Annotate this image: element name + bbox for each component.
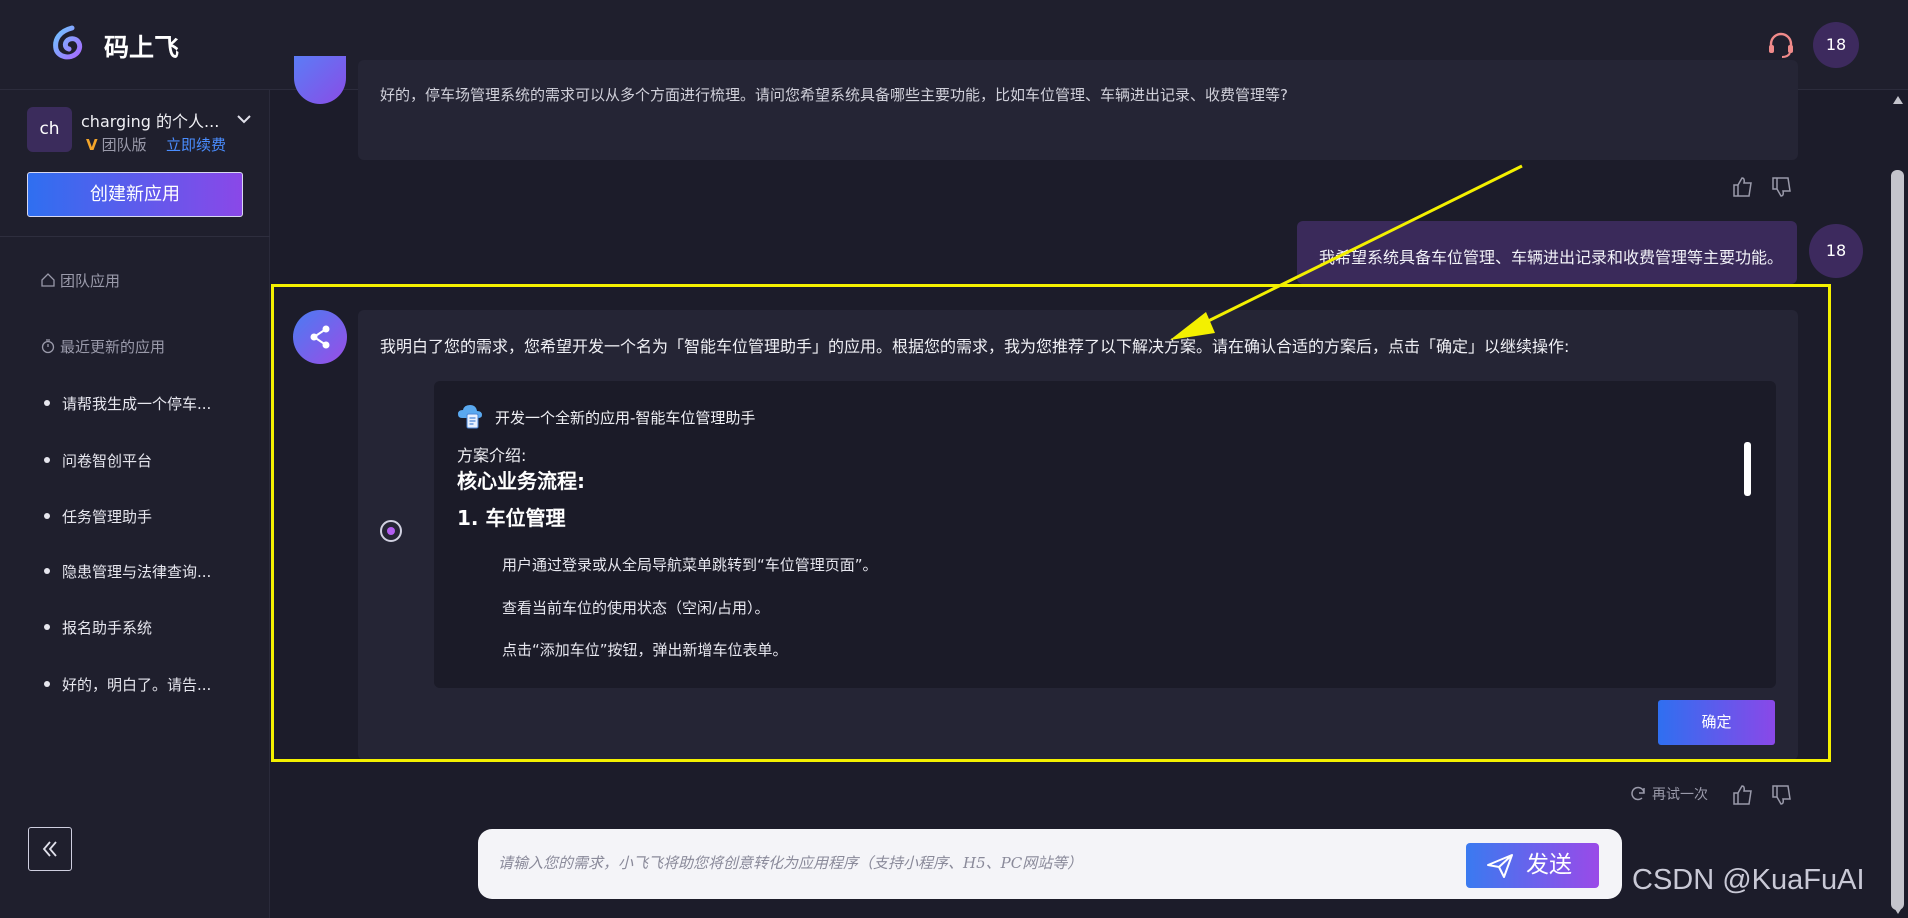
- scroll-down-arrow-icon[interactable]: [1893, 906, 1903, 914]
- team-apps-label: 团队应用: [60, 272, 121, 290]
- bot-message-bubble: [358, 60, 1798, 160]
- sidebar-recent-label: 好的，明白了。请告...: [62, 676, 212, 694]
- recent-apps-section: 最近更新的应用: [40, 336, 165, 357]
- sidebar-recent-item[interactable]: 任务管理助手: [44, 506, 152, 527]
- headset-icon[interactable]: [1766, 30, 1796, 60]
- edition-label: 团队版: [101, 136, 147, 154]
- bullet: [44, 568, 50, 574]
- edition-badge-icon: V: [86, 136, 98, 154]
- send-label: 发送: [1526, 852, 1572, 878]
- send-icon: [1487, 854, 1513, 878]
- retry-label: 再试一次: [1652, 787, 1708, 803]
- thumbs-up-icon[interactable]: [1731, 175, 1755, 199]
- thumbs-up-icon[interactable]: [1731, 783, 1755, 807]
- bot-avatar: [294, 56, 346, 104]
- bot-message-text: 好的，停车场管理系统的需求可以从多个方面进行梳理。请问您希望系统具备哪些主要功能…: [380, 86, 1288, 104]
- sidebar-recent-label: 请帮我生成一个停车...: [62, 395, 212, 413]
- chevron-down-icon[interactable]: [236, 112, 252, 126]
- sidebar-recent-item[interactable]: 好的，明白了。请告...: [44, 674, 211, 695]
- create-app-button[interactable]: 创建新应用: [27, 172, 243, 217]
- double-chevron-left-icon: [42, 841, 57, 857]
- sidebar-divider: [0, 236, 270, 237]
- sidebar-recent-item[interactable]: 请帮我生成一个停车...: [44, 393, 211, 414]
- team-apps-section[interactable]: 团队应用: [40, 270, 120, 291]
- watermark: CSDN @KuaFuAI: [1632, 864, 1865, 896]
- logo-icon: [53, 25, 83, 60]
- user-message-text: 我希望系统具备车位管理、车辆进出记录和收费管理等主要功能。: [1319, 248, 1784, 267]
- sidebar-recent-item[interactable]: 报名助手系统: [44, 617, 152, 638]
- send-button[interactable]: 发送: [1466, 843, 1599, 888]
- sidebar-recent-label: 问卷智创平台: [62, 452, 153, 470]
- sidebar-recent-label: 隐患管理与法律查询...: [62, 563, 212, 581]
- refresh-icon: [1631, 786, 1645, 801]
- sidebar: ch charging 的个人... V 团队版 立即续费 创建新应用 团队应用 …: [0, 90, 270, 918]
- page-scrollbar-thumb[interactable]: [1891, 170, 1904, 910]
- retry-button[interactable]: 再试一次: [1628, 784, 1708, 804]
- user-avatar[interactable]: 18: [1813, 22, 1859, 68]
- thumbs-down-icon[interactable]: [1770, 175, 1794, 199]
- bullet: [44, 457, 50, 463]
- bullet: [44, 624, 50, 630]
- sidebar-recent-label: 报名助手系统: [62, 619, 153, 637]
- app-name: 码上飞: [104, 33, 180, 62]
- bullet: [44, 513, 50, 519]
- sidebar-recent-item[interactable]: 问卷智创平台: [44, 450, 152, 471]
- recent-apps-label: 最近更新的应用: [60, 338, 166, 356]
- annotation-highlight-box: [271, 284, 1831, 762]
- bullet: [44, 681, 50, 687]
- team-edition: V 团队版: [86, 134, 147, 155]
- home-icon: [41, 273, 55, 287]
- user-message-avatar: 18: [1809, 224, 1863, 278]
- team-avatar[interactable]: ch: [27, 107, 72, 152]
- thumbs-down-icon[interactable]: [1770, 783, 1794, 807]
- renew-link[interactable]: 立即续费: [166, 134, 226, 155]
- bullet: [44, 400, 50, 406]
- scroll-up-arrow-icon[interactable]: [1893, 96, 1903, 104]
- chat-input[interactable]: [498, 843, 1458, 883]
- sidebar-recent-item[interactable]: 隐患管理与法律查询...: [44, 561, 211, 582]
- timer-icon: [41, 339, 55, 354]
- collapse-sidebar-button[interactable]: [28, 827, 72, 871]
- sidebar-recent-label: 任务管理助手: [62, 508, 153, 526]
- team-name[interactable]: charging 的个人...: [81, 108, 219, 132]
